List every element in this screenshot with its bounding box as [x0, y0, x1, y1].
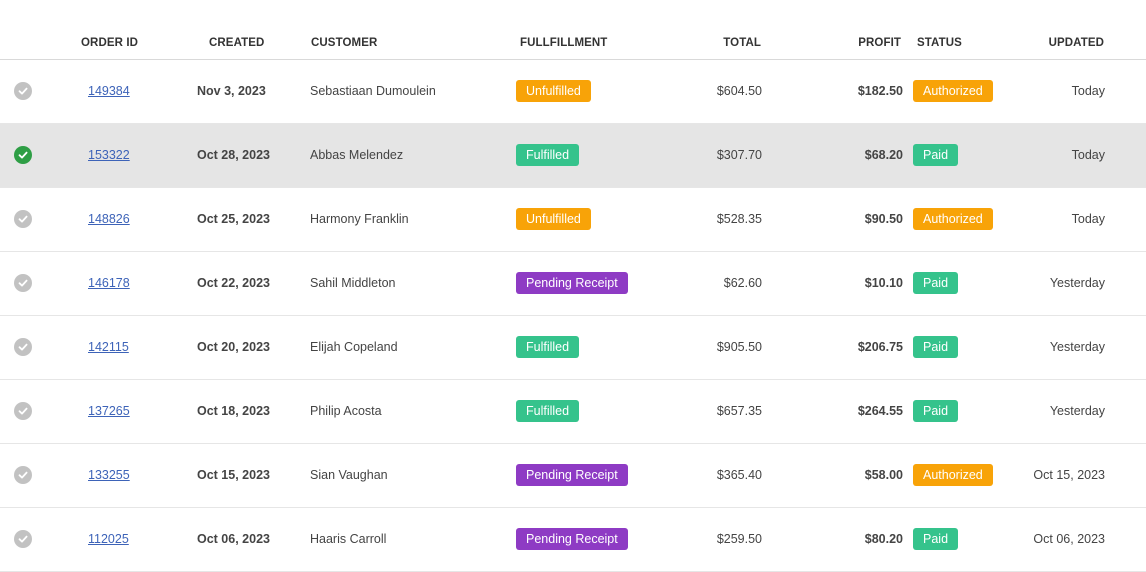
- table-row[interactable]: 148826 Oct 25, 2023 Harmony Franklin Unfulf…: [0, 188, 1146, 252]
- order-total: $905.50: [716, 340, 762, 354]
- header-status[interactable]: STATUS: [917, 37, 962, 49]
- row-checkbox[interactable]: [14, 530, 32, 548]
- table-row[interactable]: 142115 Oct 20, 2023 Elijah Copeland Fulfill…: [0, 316, 1146, 380]
- header-profit[interactable]: PROFIT: [858, 37, 901, 49]
- created-date: Oct 25, 2023: [197, 212, 270, 226]
- row-checkbox[interactable]: [14, 338, 32, 356]
- checkmark-icon: [18, 343, 28, 351]
- table-row[interactable]: 112025 Oct 06, 2023 Haaris Carroll Pending …: [0, 508, 1146, 572]
- order-total: $62.60: [723, 276, 762, 290]
- status-badge: Authorized: [913, 80, 993, 102]
- order-id-link[interactable]: 146178: [88, 276, 130, 290]
- table-body: 149384 Nov 3, 2023 Sebastiaan Dumoulein Unf…: [0, 60, 1146, 572]
- orders-table: ORDER ID CREATED CUSTOMER FULLFILLMENT T…: [0, 0, 1146, 572]
- created-date: Oct 06, 2023: [197, 532, 270, 546]
- fulfillment-badge: Unfulfilled: [516, 80, 591, 102]
- order-total: $259.50: [716, 532, 762, 546]
- order-profit: $90.50: [864, 212, 903, 226]
- status-badge: Authorized: [913, 208, 993, 230]
- order-profit: $264.55: [857, 404, 903, 418]
- header-order-id[interactable]: ORDER ID: [81, 37, 138, 49]
- order-profit: $10.10: [864, 276, 903, 290]
- row-checkbox[interactable]: [14, 274, 32, 292]
- updated-date: Today: [1071, 212, 1105, 226]
- fulfillment-badge: Fulfilled: [516, 336, 580, 358]
- order-id-link[interactable]: 142115: [88, 340, 129, 354]
- created-date: Oct 28, 2023: [197, 148, 270, 162]
- checkmark-icon: [18, 535, 28, 543]
- status-badge: Paid: [913, 272, 959, 294]
- table-row[interactable]: 153322 Oct 28, 2023 Abbas Melendez Fulfille…: [0, 124, 1146, 188]
- order-profit: $58.00: [864, 468, 903, 482]
- header-created[interactable]: CREATED: [209, 37, 264, 49]
- header-customer[interactable]: CUSTOMER: [311, 37, 377, 49]
- status-badge: Paid: [913, 400, 959, 422]
- checkmark-icon: [18, 215, 28, 223]
- status-badge: Paid: [913, 336, 959, 358]
- customer-name: Abbas Melendez: [310, 148, 404, 162]
- order-profit: $80.20: [864, 532, 903, 546]
- order-id-link[interactable]: 133255: [88, 468, 130, 482]
- customer-name: Haaris Carroll: [310, 532, 387, 546]
- status-badge: Paid: [913, 528, 959, 550]
- checkmark-icon: [18, 407, 28, 415]
- table-row[interactable]: 149384 Nov 3, 2023 Sebastiaan Dumoulein Unf…: [0, 60, 1146, 124]
- order-total: $657.35: [716, 404, 762, 418]
- updated-date: Today: [1071, 84, 1105, 98]
- updated-date: Today: [1071, 148, 1105, 162]
- fulfillment-badge: Fulfilled: [516, 400, 580, 422]
- fulfillment-badge: Fulfilled: [516, 144, 580, 166]
- order-id-link[interactable]: 149384: [88, 84, 130, 98]
- customer-name: Harmony Franklin: [310, 212, 409, 226]
- created-date: Oct 18, 2023: [197, 404, 270, 418]
- order-id-link[interactable]: 137265: [88, 404, 130, 418]
- row-checkbox[interactable]: [14, 210, 32, 228]
- fulfillment-badge: Pending Receipt: [516, 272, 628, 294]
- created-date: Nov 3, 2023: [197, 84, 266, 98]
- table-row[interactable]: 146178 Oct 22, 2023 Sahil Middleton Pending…: [0, 252, 1146, 316]
- order-profit: $68.20: [864, 148, 903, 162]
- header-fulfillment[interactable]: FULLFILLMENT: [520, 37, 607, 49]
- customer-name: Sebastiaan Dumoulein: [310, 84, 436, 98]
- row-checkbox[interactable]: [14, 82, 32, 100]
- checkmark-icon: [18, 151, 28, 159]
- created-date: Oct 20, 2023: [197, 340, 270, 354]
- header-total[interactable]: TOTAL: [723, 37, 761, 49]
- updated-date: Oct 15, 2023: [1033, 468, 1105, 482]
- created-date: Oct 22, 2023: [197, 276, 270, 290]
- updated-date: Yesterday: [1049, 404, 1105, 418]
- updated-date: Oct 06, 2023: [1033, 532, 1105, 546]
- customer-name: Elijah Copeland: [310, 340, 398, 354]
- order-total: $528.35: [716, 212, 762, 226]
- customer-name: Philip Acosta: [310, 404, 382, 418]
- order-total: $307.70: [716, 148, 762, 162]
- fulfillment-badge: Pending Receipt: [516, 528, 628, 550]
- order-id-link[interactable]: 148826: [88, 212, 130, 226]
- created-date: Oct 15, 2023: [197, 468, 270, 482]
- fulfillment-badge: Unfulfilled: [516, 208, 591, 230]
- order-total: $604.50: [716, 84, 762, 98]
- order-id-link[interactable]: 153322: [88, 148, 130, 162]
- row-checkbox[interactable]: [14, 402, 32, 420]
- order-total: $365.40: [716, 468, 762, 482]
- order-profit: $182.50: [857, 84, 903, 98]
- customer-name: Sian Vaughan: [310, 468, 388, 482]
- checkmark-icon: [18, 471, 28, 479]
- order-profit: $206.75: [857, 340, 903, 354]
- updated-date: Yesterday: [1049, 276, 1105, 290]
- row-checkbox[interactable]: [14, 146, 32, 164]
- checkmark-icon: [18, 279, 28, 287]
- status-badge: Authorized: [913, 464, 993, 486]
- customer-name: Sahil Middleton: [310, 276, 396, 290]
- checkmark-icon: [18, 87, 28, 95]
- fulfillment-badge: Pending Receipt: [516, 464, 628, 486]
- updated-date: Yesterday: [1049, 340, 1105, 354]
- header-updated[interactable]: UPDATED: [1049, 37, 1104, 49]
- table-row[interactable]: 133255 Oct 15, 2023 Sian Vaughan Pending Re…: [0, 444, 1146, 508]
- order-id-link[interactable]: 112025: [88, 532, 129, 546]
- status-badge: Paid: [913, 144, 959, 166]
- table-row[interactable]: 137265 Oct 18, 2023 Philip Acosta Fulfilled…: [0, 380, 1146, 444]
- table-header: ORDER ID CREATED CUSTOMER FULLFILLMENT T…: [0, 0, 1146, 60]
- row-checkbox[interactable]: [14, 466, 32, 484]
